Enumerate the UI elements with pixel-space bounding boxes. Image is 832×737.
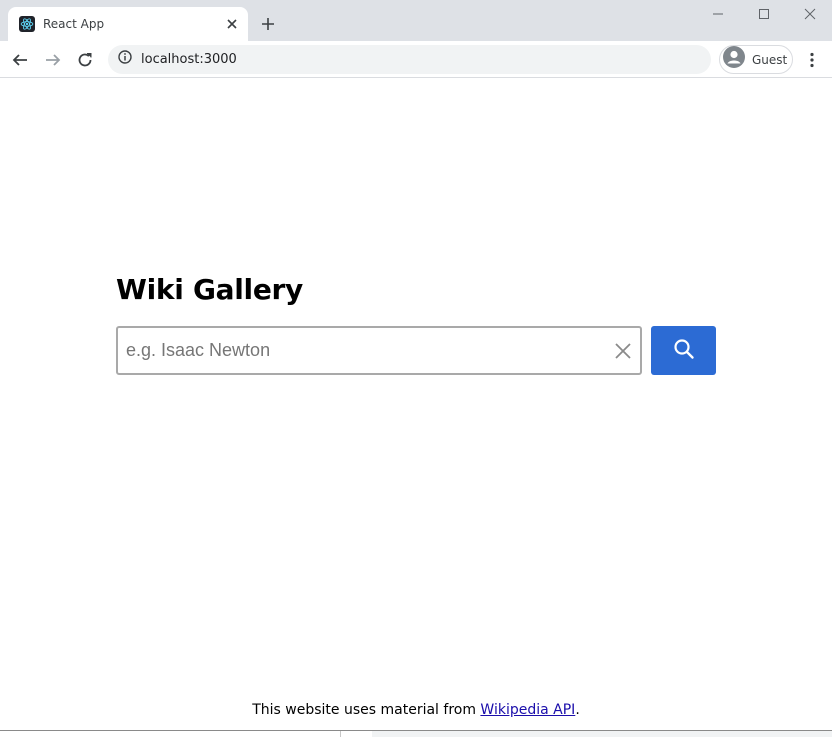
tab-title: React App [43,17,105,31]
browser-window: React App localhost:3000 Guest Wiki Gall… [0,0,832,737]
avatar-icon [723,46,745,73]
page-content: Wiki Gallery This website uses material … [0,78,832,737]
minimize-icon[interactable] [708,4,728,24]
profile-name: Guest [752,52,788,67]
bottom-strip [372,731,832,737]
search-icon [673,338,695,363]
profile-button[interactable]: Guest [719,45,793,74]
forward-arrow-icon[interactable] [41,48,65,72]
tab-react-app[interactable]: React App [8,7,248,41]
wikipedia-api-link[interactable]: Wikipedia API [480,702,575,718]
reload-icon[interactable] [73,48,97,72]
close-icon[interactable] [612,340,634,362]
maximize-icon[interactable] [754,4,774,24]
back-arrow-icon[interactable] [8,48,32,72]
browser-toolbar: localhost:3000 Guest [0,41,832,78]
search-input[interactable] [126,328,606,373]
info-icon[interactable] [118,50,132,69]
tab-close-icon[interactable] [224,16,240,32]
footer-period: . [575,702,580,718]
window-close-icon[interactable] [800,4,820,24]
more-menu-icon[interactable] [802,48,822,72]
page-title: Wiki Gallery [116,273,303,306]
tab-strip: React App [0,0,832,41]
footer-text: This website uses material from [252,702,481,718]
search-button[interactable] [651,326,716,375]
new-tab-plus-icon[interactable] [258,14,278,34]
footer: This website uses material from Wikipedi… [0,702,832,718]
address-bar[interactable]: localhost:3000 [108,45,711,74]
bottom-divider-tick [340,731,341,737]
react-logo-icon [19,16,35,32]
url-text: localhost:3000 [141,52,237,67]
search-box [116,326,642,375]
